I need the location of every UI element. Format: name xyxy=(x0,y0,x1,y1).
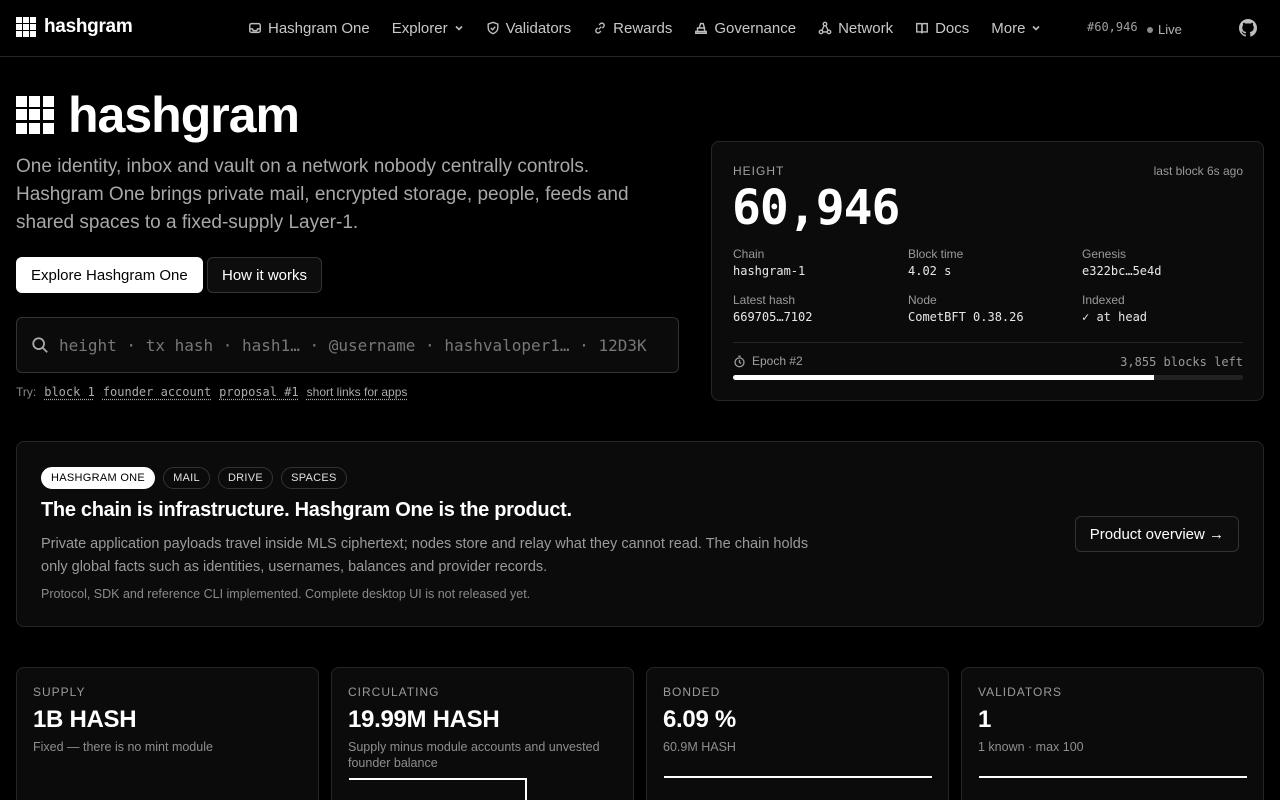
brand-logo-link[interactable]: hashgram xyxy=(16,16,133,38)
explore-hashgram-one-button[interactable]: Explore Hashgram One xyxy=(16,257,203,293)
product-card: HASHGRAM ONE MAIL DRIVE SPACES The chain… xyxy=(16,441,1264,627)
tag-hashgram-one[interactable]: HASHGRAM ONE xyxy=(41,467,156,489)
nav-item-hashgram-one[interactable]: Hashgram One xyxy=(248,20,370,37)
search-input[interactable] xyxy=(59,335,678,355)
block-height-value: 60,946 xyxy=(732,180,900,236)
try-label: Try: xyxy=(16,385,37,399)
height-label: HEIGHT xyxy=(733,164,785,178)
stat-value: 1 xyxy=(978,706,992,733)
search-box xyxy=(16,317,679,373)
field-latest-hash: Latest hash 669705…7102 xyxy=(733,293,813,324)
github-icon[interactable] xyxy=(1239,19,1257,37)
validators-sparkline xyxy=(979,776,1247,778)
chevron-down-icon xyxy=(455,25,463,31)
product-status-note: Protocol, SDK and reference CLI implemen… xyxy=(41,587,531,601)
nav-item-explorer[interactable]: Explorer xyxy=(392,20,464,37)
nav-item-rewards[interactable]: Rewards xyxy=(593,20,672,37)
stat-label: CIRCULATING xyxy=(348,685,440,699)
nav-item-network[interactable]: Network xyxy=(818,20,893,37)
field-genesis: Genesis e322bc…5e4d xyxy=(1082,247,1162,278)
stat-value: 1B HASH xyxy=(33,706,137,733)
stat-subtext: Supply minus module accounts and unveste… xyxy=(348,740,600,770)
live-dot-icon xyxy=(1147,26,1153,33)
bonded-sparkline xyxy=(664,776,932,778)
timer-icon xyxy=(734,355,745,367)
try-suggestions: Try: block 1 founder account proposal #1… xyxy=(16,385,407,399)
try-link-founder-account[interactable]: founder account xyxy=(103,385,211,399)
page-title: hashgram xyxy=(68,87,300,143)
circulating-sparkline xyxy=(349,778,527,800)
book-icon xyxy=(916,22,929,34)
card-divider xyxy=(733,342,1243,343)
live-status: Live xyxy=(1147,22,1182,37)
epoch-indicator: Epoch #2 xyxy=(733,354,803,368)
hashgram-logo-icon xyxy=(16,17,36,37)
stat-value: 6.09 % xyxy=(663,706,736,733)
try-link-short-links[interactable]: short links for apps xyxy=(307,385,408,399)
try-link-proposal-1[interactable]: proposal #1 xyxy=(219,385,298,399)
field-node: Node CometBFT 0.38.26 xyxy=(908,293,1024,324)
tag-mail[interactable]: MAIL xyxy=(163,467,210,489)
how-it-works-button[interactable]: How it works xyxy=(207,257,323,293)
last-block-time: last block 6s ago xyxy=(1153,164,1243,178)
hashgram-logo-icon xyxy=(16,96,54,134)
product-tags: HASHGRAM ONE MAIL DRIVE SPACES xyxy=(41,467,347,489)
epoch-progress-fill xyxy=(733,375,1154,380)
nav-item-governance[interactable]: Governance xyxy=(694,20,796,37)
blocks-left: 3,855 blocks left xyxy=(1120,355,1243,369)
nav-item-more[interactable]: More xyxy=(991,20,1041,37)
link-icon xyxy=(595,22,605,34)
field-chain: Chain hashgram-1 xyxy=(733,247,806,278)
tag-drive[interactable]: DRIVE xyxy=(217,467,274,489)
epoch-progress-bar xyxy=(733,375,1243,380)
top-navigation-bar: hashgram Hashgram One Explorer Validator… xyxy=(0,0,1280,57)
main-nav: Hashgram One Explorer Validators Rewards… xyxy=(248,0,1041,56)
nav-item-validators[interactable]: Validators xyxy=(486,20,571,37)
block-height-badge[interactable]: #60,946 xyxy=(1087,20,1138,34)
brand-name: hashgram xyxy=(44,16,133,37)
chevron-down-icon xyxy=(1032,25,1041,31)
shield-icon xyxy=(487,21,499,35)
field-block-time: Block time 4.02 s xyxy=(908,247,964,278)
product-description: Private application payloads travel insi… xyxy=(41,536,809,575)
stat-label: BONDED xyxy=(663,685,721,699)
tag-spaces[interactable]: SPACES xyxy=(281,467,347,489)
product-overview-button[interactable]: Product overview → xyxy=(1074,516,1239,552)
field-indexed: Indexed ✓ at head xyxy=(1082,293,1148,324)
hero-description: One identity, inbox and vault on a netwo… xyxy=(16,156,629,233)
stat-subtext: 1 known · max 100 xyxy=(978,740,1084,754)
stat-subtext: Fixed — there is no mint module xyxy=(33,740,213,754)
network-icon xyxy=(818,21,832,35)
hero-title: hashgram xyxy=(16,86,300,144)
stat-label: VALIDATORS xyxy=(978,685,1063,699)
ballot-icon xyxy=(695,22,708,34)
chain-height-card: HEIGHT last block 6s ago 60,946 Chain ha… xyxy=(711,141,1264,401)
try-link-block-1[interactable]: block 1 xyxy=(44,385,95,399)
stat-card-supply: SUPPLY 1B HASH Fixed — there is no mint … xyxy=(16,667,319,800)
stat-card-circulating: CIRCULATING 19.99M HASH Supply minus mod… xyxy=(331,667,634,800)
stat-card-bonded: BONDED 6.09 % 60.9M HASH xyxy=(646,667,949,800)
stat-label: SUPPLY xyxy=(33,685,86,699)
nav-item-docs[interactable]: Docs xyxy=(915,20,969,37)
stat-card-validators: VALIDATORS 1 1 known · max 100 xyxy=(961,667,1264,800)
product-title: The chain is infrastructure. Hashgram On… xyxy=(41,499,572,521)
stat-value: 19.99M HASH xyxy=(348,706,500,733)
stat-subtext: 60.9M HASH xyxy=(663,740,736,754)
search-icon xyxy=(32,337,48,353)
inbox-icon xyxy=(249,22,261,34)
